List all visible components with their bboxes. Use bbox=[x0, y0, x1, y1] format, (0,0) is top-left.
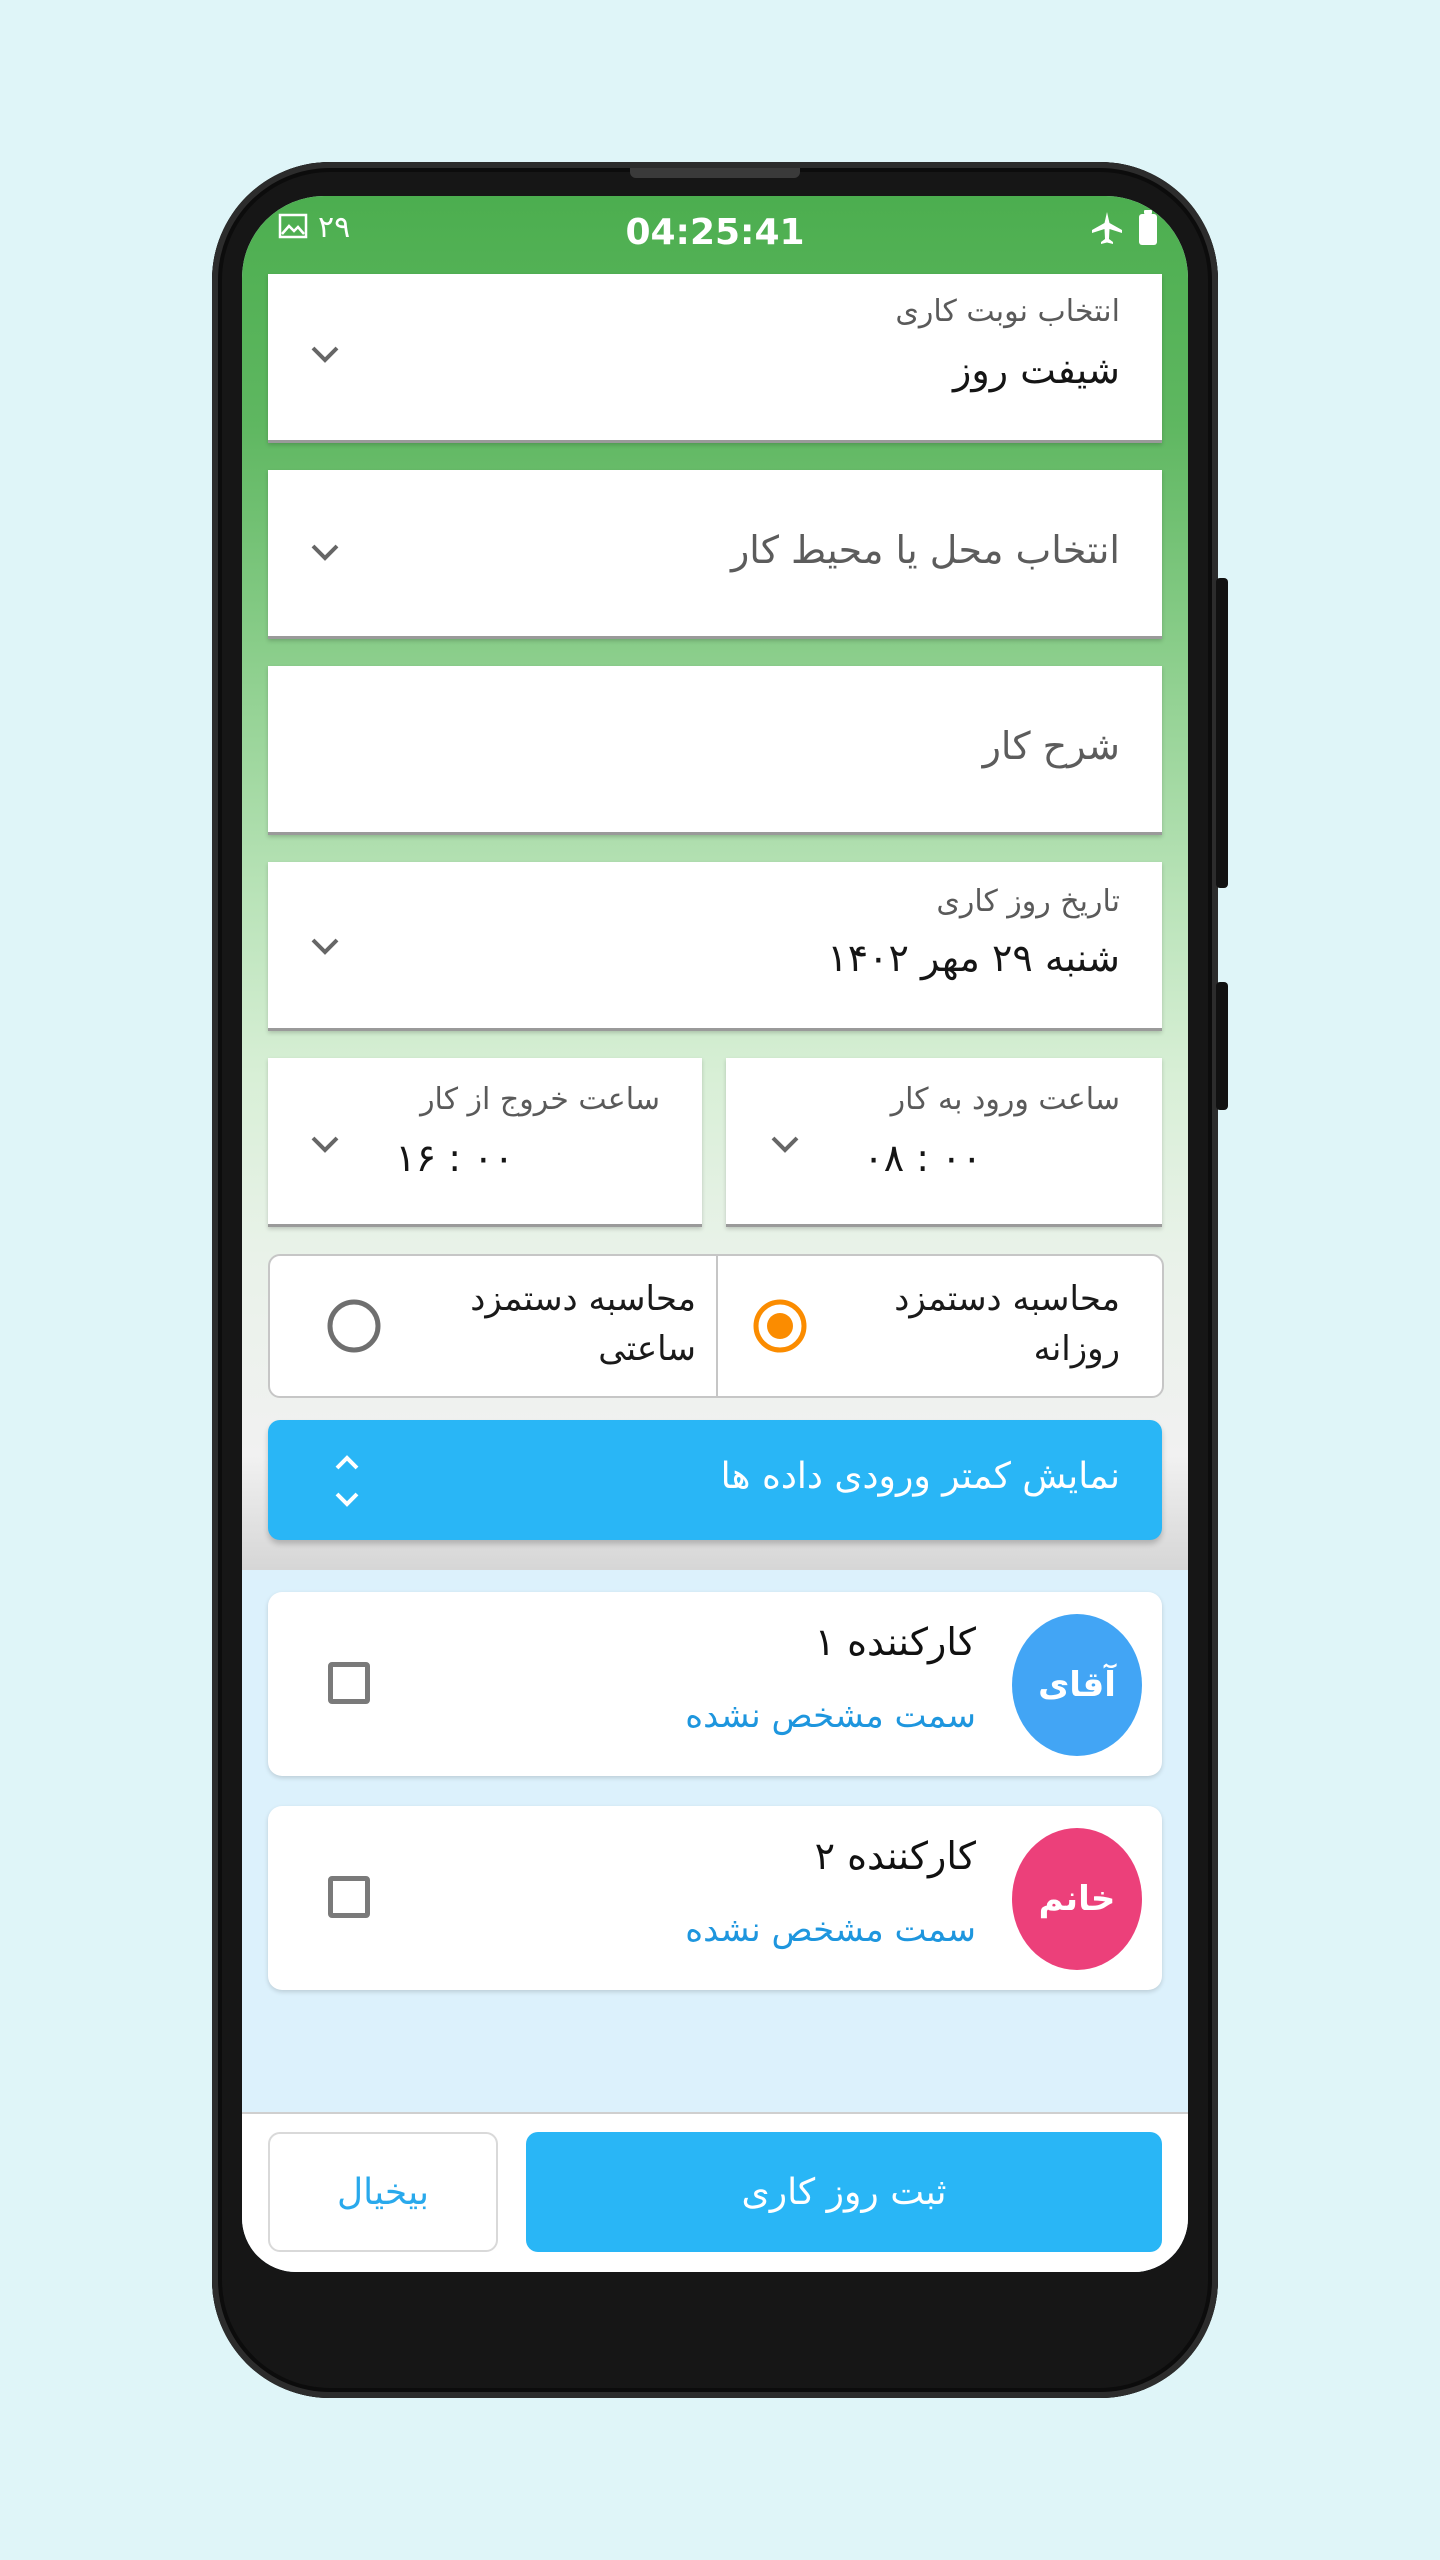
wage-mode-group: محاسبه دستمزد روزانه محاسبه دستمزد ساعتی bbox=[268, 1254, 1164, 1398]
shift-value: شیفت روز bbox=[953, 348, 1120, 392]
status-right bbox=[1090, 210, 1158, 250]
chevron-down-icon bbox=[311, 1136, 339, 1153]
radio-selected-icon bbox=[753, 1299, 807, 1353]
toggle-inputs-label: نمایش کمتر ورودی داده ها bbox=[720, 1456, 1120, 1497]
work-date-value: شنبه ۲۹ مهر ۱۴۰۲ bbox=[827, 936, 1120, 980]
employee-card-1[interactable]: آقای کارکننده ۱ سمت مشخص نشده bbox=[268, 1592, 1162, 1776]
earpiece bbox=[630, 168, 800, 178]
time-in-value: ۰۸ : ۰۰ bbox=[863, 1136, 982, 1180]
chevron-down-icon bbox=[311, 346, 339, 363]
airplane-icon bbox=[1090, 210, 1124, 250]
daily-label: محاسبه دستمزد روزانه bbox=[894, 1279, 1120, 1369]
cancel-button[interactable]: بیخیال bbox=[268, 2132, 498, 2252]
volume-button bbox=[1216, 578, 1228, 888]
chevron-down-icon bbox=[311, 544, 339, 561]
chevron-down-icon bbox=[771, 1136, 799, 1153]
employee-role: سمت مشخص نشده bbox=[685, 1696, 976, 1736]
time-out-value: ۱۶ : ۰۰ bbox=[395, 1136, 514, 1180]
status-time: 04:25:41 bbox=[625, 212, 805, 253]
hourly-label: محاسبه دستمزد ساعتی bbox=[470, 1279, 696, 1369]
chevron-down-icon bbox=[311, 938, 339, 955]
screen: ۲۹ 04:25:41 انتخاب نوبت کاری شیفت روز ان… bbox=[242, 196, 1188, 2272]
workplace-placeholder: انتخاب محل یا محیط کار bbox=[730, 528, 1120, 572]
avatar: آقای bbox=[1012, 1614, 1142, 1756]
power-button bbox=[1216, 982, 1228, 1110]
time-out-select[interactable]: ساعت خروج از کار ۱۶ : ۰۰ bbox=[268, 1058, 702, 1227]
description-placeholder: شرح کار bbox=[982, 724, 1120, 768]
time-in-label: ساعت ورود به کار bbox=[890, 1082, 1120, 1117]
status-bar: ۲۹ 04:25:41 bbox=[242, 196, 1188, 276]
bottom-action-bar: بیخیال ثبت روز کاری bbox=[242, 2112, 1188, 2272]
avatar: خانم bbox=[1012, 1828, 1142, 1970]
employee-checkbox[interactable] bbox=[328, 1662, 370, 1704]
employee-name: کارکننده ۲ bbox=[814, 1834, 976, 1878]
work-date-select[interactable]: تاریخ روز کاری شنبه ۲۹ مهر ۱۴۰۲ bbox=[268, 862, 1162, 1031]
radio-option-hourly[interactable]: محاسبه دستمزد ساعتی bbox=[270, 1256, 716, 1396]
submit-workday-button[interactable]: ثبت روز کاری bbox=[526, 2132, 1162, 2252]
employee-name: کارکننده ۱ bbox=[814, 1620, 976, 1664]
employee-role: سمت مشخص نشده bbox=[685, 1910, 976, 1950]
shift-select[interactable]: انتخاب نوبت کاری شیفت روز bbox=[268, 274, 1162, 443]
radio-unselected-icon bbox=[327, 1299, 381, 1353]
employee-card-2[interactable]: خانم کارکننده ۲ سمت مشخص نشده bbox=[268, 1806, 1162, 1990]
time-in-select[interactable]: ساعت ورود به کار ۰۸ : ۰۰ bbox=[726, 1058, 1162, 1227]
work-date-label: تاریخ روز کاری bbox=[936, 884, 1120, 919]
battery-icon bbox=[1138, 210, 1158, 250]
workplace-select[interactable]: انتخاب محل یا محیط کار bbox=[268, 470, 1162, 639]
time-out-label: ساعت خروج از کار bbox=[420, 1082, 660, 1117]
expand-collapse-icon bbox=[335, 1455, 359, 1507]
description-field[interactable]: شرح کار bbox=[268, 666, 1162, 835]
shift-label: انتخاب نوبت کاری bbox=[895, 294, 1120, 329]
radio-option-daily[interactable]: محاسبه دستمزد روزانه bbox=[718, 1256, 1162, 1396]
employee-checkbox[interactable] bbox=[328, 1876, 370, 1918]
toggle-inputs-button[interactable]: نمایش کمتر ورودی داده ها bbox=[268, 1420, 1162, 1540]
